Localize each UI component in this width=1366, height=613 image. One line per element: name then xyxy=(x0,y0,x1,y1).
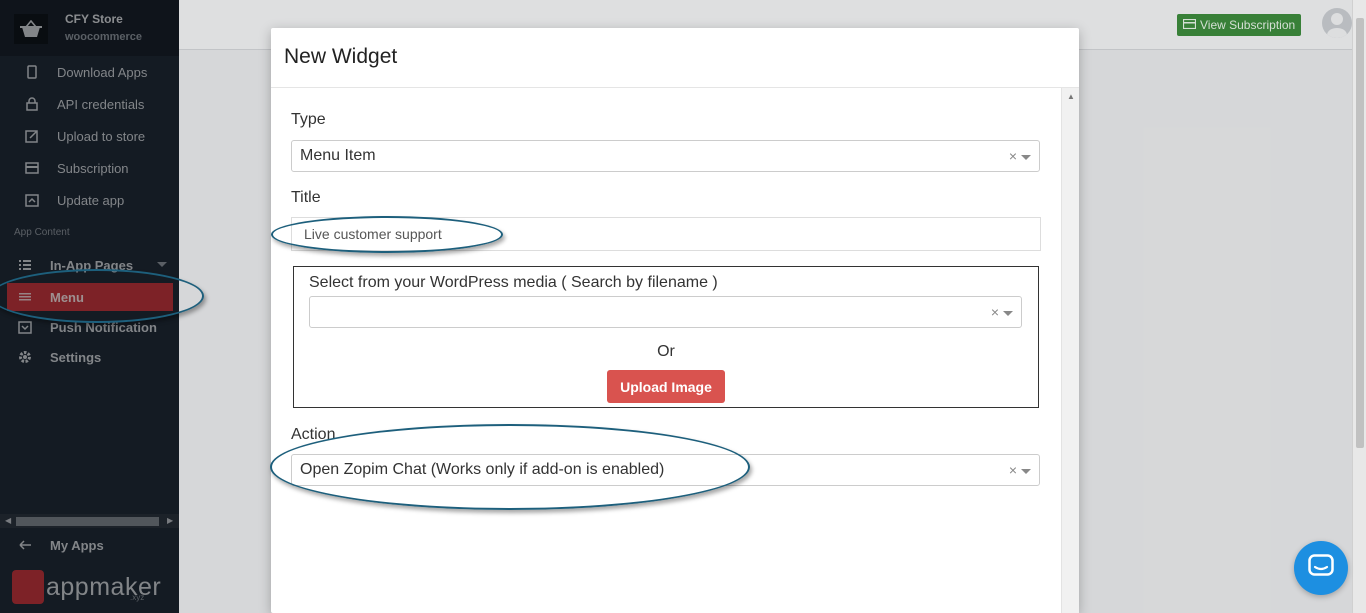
sidebar-item-push-notification[interactable]: Push Notification xyxy=(0,315,179,339)
section-label-app-content: App Content xyxy=(14,227,70,238)
page-scrollbar[interactable] xyxy=(1352,0,1366,613)
gear-icon xyxy=(18,350,32,364)
sidebar-item-label: Subscription xyxy=(57,160,129,176)
modal-header: New Widget xyxy=(271,28,1079,88)
menu-icon xyxy=(18,290,32,304)
type-select[interactable]: Menu Item × xyxy=(291,140,1040,172)
sidebar-item-settings[interactable]: Settings xyxy=(0,345,179,369)
clear-icon[interactable]: × xyxy=(991,304,999,320)
store-basket-icon xyxy=(14,14,48,44)
store-platform: woocommerce xyxy=(65,31,143,43)
store-header[interactable]: CFY Store woocommerce xyxy=(0,0,179,56)
clear-icon[interactable]: × xyxy=(1009,148,1017,164)
sidebar-item-label: Upload to store xyxy=(57,128,146,144)
sidebar-item-subscription[interactable]: Subscription xyxy=(0,156,179,180)
sidebar-item-label: Push Notification xyxy=(50,319,157,335)
sidebar-item-download-apps[interactable]: Download Apps xyxy=(0,60,179,84)
store-name: CFY Store xyxy=(65,12,123,26)
sidebar-item-api-credentials[interactable]: API credentials xyxy=(0,92,179,116)
title-input-value: Live customer support xyxy=(304,226,442,242)
chat-icon xyxy=(1308,553,1334,583)
action-label: Action xyxy=(291,426,336,443)
title-input[interactable]: Live customer support xyxy=(291,217,1041,251)
sidebar-item-label: My Apps xyxy=(50,537,104,553)
or-separator: Or xyxy=(657,343,675,360)
sidebar-item-in-app-pages[interactable]: In-App Pages xyxy=(0,253,179,277)
sidebar-item-label: API credentials xyxy=(57,96,145,112)
modal-scrollbar[interactable]: ▲ xyxy=(1061,88,1079,613)
title-label: Title xyxy=(291,189,321,206)
lock-icon xyxy=(25,97,39,111)
action-selected-value: Open Zopim Chat (Works only if add-on is… xyxy=(300,461,665,478)
grid-list-icon xyxy=(18,258,32,272)
sidebar-item-label: Menu xyxy=(50,289,84,305)
brand-suffix: .xyz xyxy=(130,593,145,602)
type-selected-value: Menu Item xyxy=(300,147,376,164)
upload-icon xyxy=(25,193,39,207)
arrow-left-icon xyxy=(18,538,32,552)
modal-title: New Widget xyxy=(284,45,398,68)
scroll-up-icon[interactable]: ▲ xyxy=(1067,92,1075,101)
action-select[interactable]: Open Zopim Chat (Works only if add-on is… xyxy=(291,454,1040,486)
chevron-down-icon[interactable] xyxy=(1021,155,1031,160)
scroll-right-icon[interactable]: ▶ xyxy=(167,516,173,525)
type-label: Type xyxy=(291,111,326,128)
appmaker-logo-icon xyxy=(12,570,44,604)
sidebar-item-upload-to-store[interactable]: Upload to store xyxy=(0,124,179,148)
sidebar-item-label: In-App Pages xyxy=(50,257,134,273)
chevron-down-icon[interactable] xyxy=(1021,469,1031,474)
sidebar: CFY Store woocommerce Download Apps API … xyxy=(0,0,179,613)
upload-image-button[interactable]: Upload Image xyxy=(607,370,725,403)
scroll-left-icon[interactable]: ◀ xyxy=(5,516,11,525)
media-select-box: Select from your WordPress media ( Searc… xyxy=(293,266,1039,408)
phone-icon xyxy=(25,65,39,79)
new-widget-modal: New Widget Type Menu Item × Title Live c… xyxy=(271,28,1079,613)
clear-icon[interactable]: × xyxy=(1009,462,1017,478)
sidebar-item-label: Download Apps xyxy=(57,64,148,80)
appmaker-logo: appmaker .xyz xyxy=(12,570,161,604)
notification-icon xyxy=(18,320,32,334)
sidebar-item-menu[interactable]: Menu xyxy=(0,285,179,309)
chat-launcher-button[interactable] xyxy=(1294,541,1348,595)
sidebar-item-label: Update app xyxy=(57,192,125,208)
scrollbar-thumb[interactable] xyxy=(16,517,159,526)
sidebar-horizontal-scrollbar[interactable]: ◀ ▶ xyxy=(0,514,179,528)
edit-icon xyxy=(25,129,39,143)
sidebar-item-my-apps[interactable]: My Apps xyxy=(0,533,179,557)
chevron-down-icon[interactable] xyxy=(1003,311,1013,316)
modal-body: Type Menu Item × Title Live customer sup… xyxy=(271,88,1061,613)
media-select[interactable]: × xyxy=(309,296,1022,328)
sidebar-item-label: Settings xyxy=(50,349,102,365)
chevron-down-icon xyxy=(157,262,167,267)
media-label: Select from your WordPress media ( Searc… xyxy=(309,274,718,291)
sidebar-item-update-app[interactable]: Update app xyxy=(0,188,179,212)
card-icon xyxy=(25,161,39,175)
scrollbar-thumb[interactable] xyxy=(1356,18,1364,448)
